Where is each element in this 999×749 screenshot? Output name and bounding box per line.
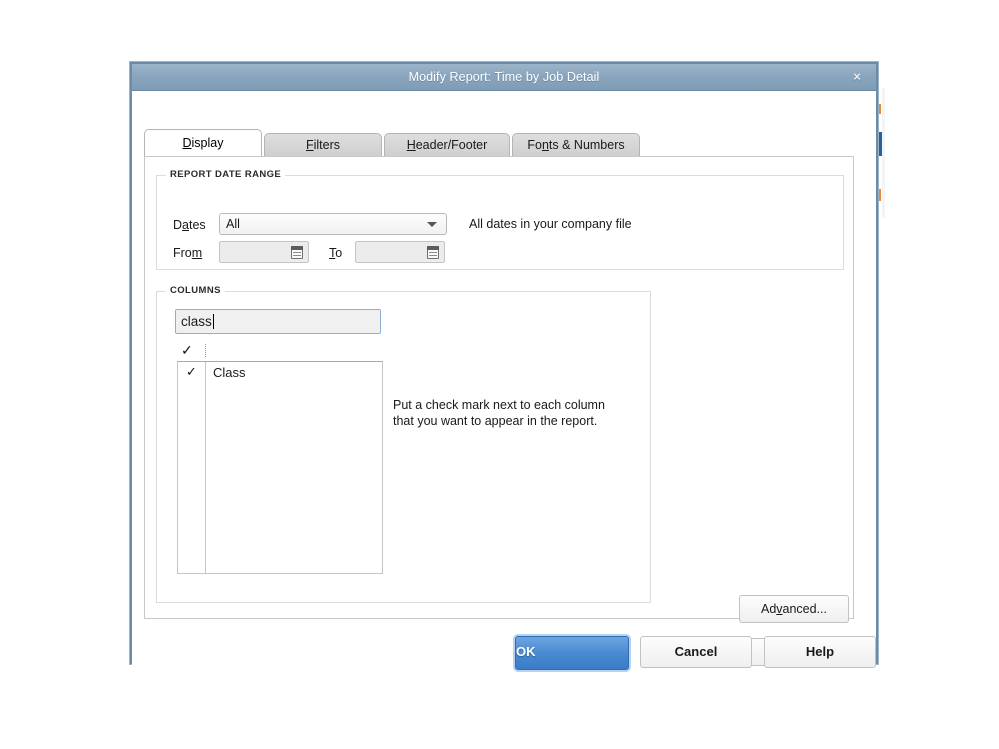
check-icon: ✓ xyxy=(181,342,193,358)
display-tab-panel: REPORT DATE RANGE Dates All All dates in… xyxy=(144,156,854,666)
check-icon[interactable]: ✓ xyxy=(178,364,205,380)
column-divider xyxy=(205,344,207,357)
ok-button[interactable]: OK xyxy=(515,636,629,670)
columns-listbox[interactable]: ✓ Class xyxy=(177,361,383,574)
tab-display[interactable]: Display xyxy=(144,129,262,156)
list-item[interactable]: ✓ Class xyxy=(178,362,382,382)
tabstrip: Display Filters Header/Footer Fonts & Nu… xyxy=(144,129,642,156)
advanced-button[interactable]: Advanced... xyxy=(739,595,849,623)
tab-header-footer-label: Header/Footer xyxy=(406,138,488,152)
dates-hint-text: All dates in your company file xyxy=(469,217,632,231)
list-item-label: Class xyxy=(213,364,246,380)
to-date-field[interactable] xyxy=(355,241,445,263)
dates-dropdown-value: All xyxy=(226,217,240,231)
report-date-range-legend: REPORT DATE RANGE xyxy=(166,169,286,180)
close-icon[interactable]: × xyxy=(848,68,866,86)
calendar-icon[interactable] xyxy=(291,246,303,259)
tab-fonts-numbers-label: Fonts & Numbers xyxy=(527,138,625,152)
modify-report-dialog: Modify Report: Time by Job Detail × Disp… xyxy=(130,62,878,670)
columns-search-input[interactable]: class xyxy=(175,309,381,334)
help-button[interactable]: Help xyxy=(764,636,876,668)
dialog-titlebar: Modify Report: Time by Job Detail × xyxy=(132,64,876,91)
tab-fonts-numbers[interactable]: Fonts & Numbers xyxy=(512,133,640,156)
from-label: From xyxy=(173,246,203,260)
to-label: To xyxy=(329,246,343,260)
report-date-range-group: REPORT DATE RANGE Dates All All dates in… xyxy=(156,169,844,270)
dates-label: Dates xyxy=(173,218,206,232)
tab-filters[interactable]: Filters xyxy=(264,133,382,156)
chevron-down-icon xyxy=(427,222,437,227)
columns-search-value: class xyxy=(181,314,212,329)
dates-dropdown[interactable]: All xyxy=(219,213,447,235)
dialog-body: Display Filters Header/Footer Fonts & Nu… xyxy=(132,91,876,670)
cancel-button[interactable]: Cancel xyxy=(640,636,752,668)
dialog-footer: OK Cancel Help xyxy=(132,636,876,676)
from-date-field[interactable] xyxy=(219,241,309,263)
columns-list-header: ✓ xyxy=(177,342,383,360)
tab-filters-label: Filters xyxy=(305,138,341,152)
text-caret xyxy=(212,314,214,329)
columns-help-text: Put a check mark next to each column tha… xyxy=(393,398,605,428)
listbox-column-divider xyxy=(205,362,206,573)
advanced-button-label: Advanced... xyxy=(760,602,828,616)
columns-legend: COLUMNS xyxy=(166,285,225,296)
tab-header-footer[interactable]: Header/Footer xyxy=(384,133,510,156)
background-window-fragment-4 xyxy=(882,88,885,218)
tab-display-label: Display xyxy=(182,136,224,150)
columns-group: COLUMNS class ✓ ✓ Class xyxy=(156,285,651,603)
calendar-icon[interactable] xyxy=(427,246,439,259)
dialog-title: Modify Report: Time by Job Detail xyxy=(408,70,600,84)
